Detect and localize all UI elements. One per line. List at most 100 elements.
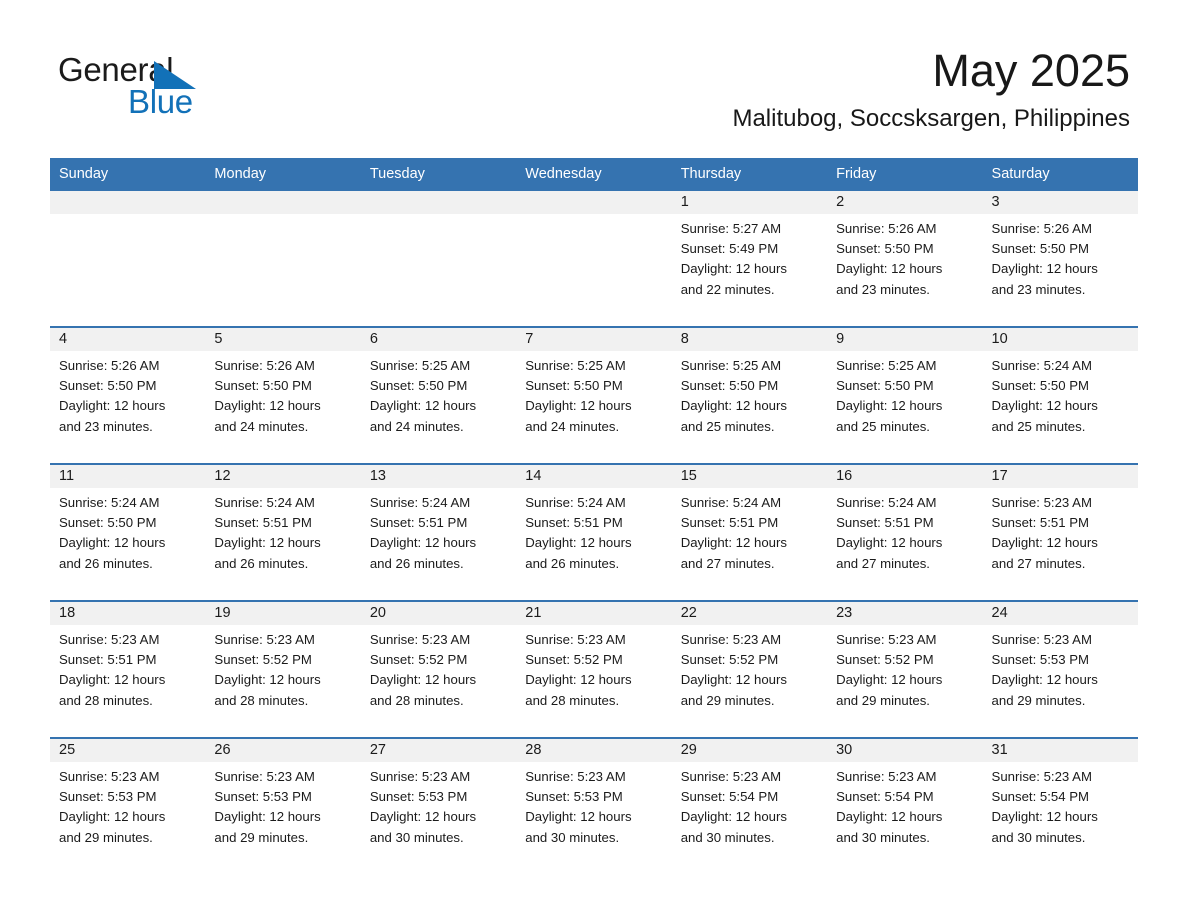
day-cell[interactable]: 8 Sunrise: 5:25 AM Sunset: 5:50 PM Dayli… [671, 326, 828, 464]
daylight-text-line2: and 28 minutes. [525, 692, 620, 708]
sunset-text: Sunset: 5:52 PM [836, 652, 934, 668]
daylight-text-line1: Daylight: 12 hours [680, 809, 787, 825]
day-info: Sunrise: 5:23 AM Sunset: 5:54 PM Dayligh… [827, 762, 982, 848]
weekday-header-monday: Monday [205, 158, 361, 191]
daylight-text-line1: Daylight: 12 hours [59, 398, 166, 414]
daylight-text-line1: Daylight: 12 hours [525, 809, 632, 825]
location-subtitle: Malitubog, Soccsksargen, Philippines [732, 105, 1130, 132]
day-number: 18 [50, 602, 206, 625]
day-cell[interactable]: 22 Sunrise: 5:23 AM Sunset: 5:52 PM Dayl… [671, 600, 828, 738]
day-cell[interactable]: 10 Sunrise: 5:24 AM Sunset: 5:50 PM Dayl… [982, 326, 1138, 464]
day-cell[interactable]: 25 Sunrise: 5:23 AM Sunset: 5:53 PM Dayl… [50, 737, 206, 874]
sunset-text: Sunset: 5:50 PM [680, 378, 779, 394]
day-cell[interactable]: 19 Sunrise: 5:23 AM Sunset: 5:52 PM Dayl… [205, 600, 361, 738]
day-cell[interactable]: 1 Sunrise: 5:27 AM Sunset: 5:49 PM Dayli… [671, 191, 828, 327]
sunrise-text: Sunrise: 5:26 AM [991, 221, 1092, 236]
sunset-text: Sunset: 5:52 PM [525, 652, 623, 668]
day-info: Sunrise: 5:25 AM Sunset: 5:50 PM Dayligh… [827, 351, 982, 437]
weekday-header-sunday: Sunday [50, 158, 206, 191]
sunrise-text: Sunrise: 5:23 AM [369, 769, 471, 784]
sunset-text: Sunset: 5:54 PM [680, 789, 779, 805]
daylight-text-line1: Daylight: 12 hours [525, 535, 632, 551]
daylight-text-line1: Daylight: 12 hours [59, 535, 166, 551]
day-number: 28 [516, 739, 672, 762]
day-info: Sunrise: 5:23 AM Sunset: 5:52 PM Dayligh… [205, 625, 360, 711]
day-cell[interactable]: 9 Sunrise: 5:25 AM Sunset: 5:50 PM Dayli… [827, 326, 983, 464]
sunrise-text: Sunrise: 5:24 AM [991, 358, 1092, 373]
sunset-text: Sunset: 5:53 PM [991, 652, 1090, 668]
day-info: Sunrise: 5:25 AM Sunset: 5:50 PM Dayligh… [516, 351, 671, 437]
day-cell[interactable]: 28 Sunrise: 5:23 AM Sunset: 5:53 PM Dayl… [516, 737, 672, 874]
day-info: Sunrise: 5:25 AM Sunset: 5:50 PM Dayligh… [361, 351, 516, 437]
sunset-text: Sunset: 5:52 PM [214, 652, 312, 668]
daylight-text-line1: Daylight: 12 hours [680, 535, 787, 551]
day-cell[interactable]: 2 Sunrise: 5:26 AM Sunset: 5:50 PM Dayli… [827, 191, 983, 327]
day-cell[interactable]: 17 Sunrise: 5:23 AM Sunset: 5:51 PM Dayl… [982, 463, 1138, 601]
day-cell[interactable]: 23 Sunrise: 5:23 AM Sunset: 5:52 PM Dayl… [827, 600, 983, 738]
day-cell [516, 191, 672, 327]
day-cell[interactable]: 5 Sunrise: 5:26 AM Sunset: 5:50 PM Dayli… [205, 326, 361, 464]
day-cell[interactable]: 20 Sunrise: 5:23 AM Sunset: 5:52 PM Dayl… [360, 600, 517, 738]
sunset-text: Sunset: 5:51 PM [680, 515, 779, 531]
day-cell[interactable]: 26 Sunrise: 5:23 AM Sunset: 5:53 PM Dayl… [205, 737, 361, 874]
day-cell [205, 191, 361, 327]
day-cell[interactable]: 4 Sunrise: 5:26 AM Sunset: 5:50 PM Dayli… [50, 326, 206, 464]
day-cell[interactable]: 24 Sunrise: 5:23 AM Sunset: 5:53 PM Dayl… [982, 600, 1138, 738]
daylight-text-line1: Daylight: 12 hours [680, 672, 787, 688]
day-cell[interactable]: 21 Sunrise: 5:23 AM Sunset: 5:52 PM Dayl… [516, 600, 672, 738]
calendar-week-row: 25 Sunrise: 5:23 AM Sunset: 5:53 PM Dayl… [50, 737, 1138, 874]
day-number: 11 [50, 465, 206, 488]
day-info: Sunrise: 5:23 AM Sunset: 5:54 PM Dayligh… [672, 762, 827, 848]
calendar-table: Sunday Monday Tuesday Wednesday Thursday… [50, 158, 1138, 874]
sunrise-text: Sunrise: 5:23 AM [836, 632, 937, 647]
generalblue-logo[interactable]: General Blue [58, 52, 318, 122]
day-number: 3 [982, 191, 1138, 214]
weekday-header-thursday: Thursday [671, 158, 828, 191]
calendar-page: General Blue May 2025 Malitubog, Soccsks… [0, 0, 1188, 918]
daylight-text-line2: and 30 minutes. [991, 829, 1086, 845]
day-cell[interactable]: 27 Sunrise: 5:23 AM Sunset: 5:53 PM Dayl… [360, 737, 517, 874]
sunset-text: Sunset: 5:49 PM [680, 241, 779, 257]
day-cell[interactable]: 30 Sunrise: 5:23 AM Sunset: 5:54 PM Dayl… [827, 737, 983, 874]
daylight-text-line1: Daylight: 12 hours [369, 809, 477, 825]
daylight-text-line2: and 28 minutes. [214, 692, 309, 708]
daylight-text-line2: and 30 minutes. [680, 829, 775, 845]
day-number: 23 [827, 602, 983, 625]
day-info: Sunrise: 5:26 AM Sunset: 5:50 PM Dayligh… [983, 214, 1138, 300]
day-cell[interactable]: 3 Sunrise: 5:26 AM Sunset: 5:50 PM Dayli… [982, 191, 1138, 327]
sunrise-text: Sunrise: 5:24 AM [680, 495, 782, 510]
day-cell[interactable]: 18 Sunrise: 5:23 AM Sunset: 5:51 PM Dayl… [50, 600, 206, 738]
day-cell[interactable]: 31 Sunrise: 5:23 AM Sunset: 5:54 PM Dayl… [982, 737, 1138, 874]
day-number: 31 [982, 739, 1138, 762]
sunrise-text: Sunrise: 5:25 AM [836, 358, 937, 373]
day-cell[interactable]: 7 Sunrise: 5:25 AM Sunset: 5:50 PM Dayli… [516, 326, 672, 464]
page-title: May 2025 [932, 45, 1130, 96]
sunrise-text: Sunrise: 5:23 AM [214, 769, 315, 784]
title-block: May 2025 Malitubog, Soccsksargen, Philip… [732, 44, 1130, 133]
sunset-text: Sunset: 5:50 PM [991, 378, 1090, 394]
daylight-text-line2: and 29 minutes. [991, 692, 1086, 708]
daylight-text-line2: and 24 minutes. [369, 418, 464, 434]
daylight-text-line2: and 30 minutes. [369, 829, 464, 845]
day-cell[interactable]: 15 Sunrise: 5:24 AM Sunset: 5:51 PM Dayl… [671, 463, 828, 601]
sunset-text: Sunset: 5:50 PM [525, 378, 623, 394]
day-info: Sunrise: 5:27 AM Sunset: 5:49 PM Dayligh… [672, 214, 827, 300]
daylight-text-line2: and 22 minutes. [680, 281, 775, 297]
day-info: Sunrise: 5:23 AM Sunset: 5:52 PM Dayligh… [672, 625, 827, 711]
day-info: Sunrise: 5:23 AM Sunset: 5:53 PM Dayligh… [516, 762, 671, 848]
day-cell[interactable]: 12 Sunrise: 5:24 AM Sunset: 5:51 PM Dayl… [205, 463, 361, 601]
sunset-text: Sunset: 5:51 PM [836, 515, 934, 531]
sunrise-text: Sunrise: 5:24 AM [214, 495, 315, 510]
sunset-text: Sunset: 5:54 PM [991, 789, 1090, 805]
sunrise-text: Sunrise: 5:24 AM [59, 495, 160, 510]
weekday-header-friday: Friday [827, 158, 983, 191]
sunset-text: Sunset: 5:51 PM [991, 515, 1090, 531]
day-cell[interactable]: 13 Sunrise: 5:24 AM Sunset: 5:51 PM Dayl… [360, 463, 517, 601]
day-cell[interactable]: 14 Sunrise: 5:24 AM Sunset: 5:51 PM Dayl… [516, 463, 672, 601]
day-cell[interactable]: 6 Sunrise: 5:25 AM Sunset: 5:50 PM Dayli… [360, 326, 517, 464]
daylight-text-line2: and 28 minutes. [369, 692, 464, 708]
day-cell[interactable]: 29 Sunrise: 5:23 AM Sunset: 5:54 PM Dayl… [671, 737, 828, 874]
day-cell[interactable]: 11 Sunrise: 5:24 AM Sunset: 5:50 PM Dayl… [50, 463, 206, 601]
day-cell[interactable]: 16 Sunrise: 5:24 AM Sunset: 5:51 PM Dayl… [827, 463, 983, 601]
day-info: Sunrise: 5:24 AM Sunset: 5:50 PM Dayligh… [50, 488, 205, 574]
